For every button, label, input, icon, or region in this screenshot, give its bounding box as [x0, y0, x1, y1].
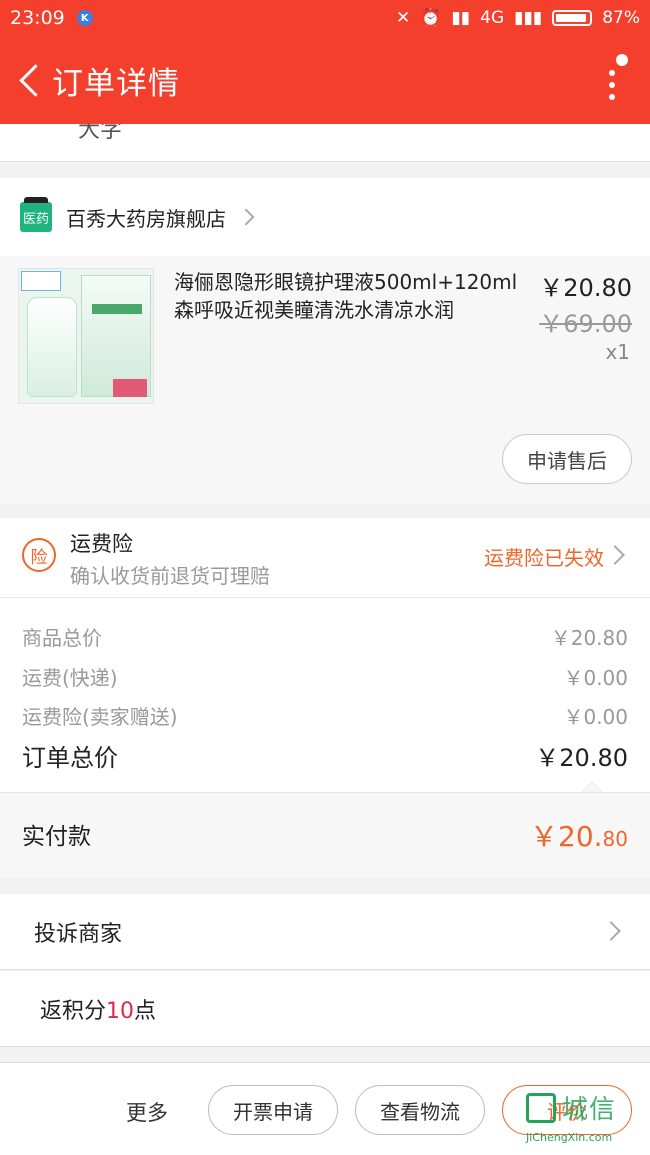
watermark-subtext: JiChengXin.com — [526, 1131, 613, 1144]
chevron-right-icon — [237, 208, 255, 226]
summary-label: 运费险(卖家赠送) — [22, 705, 178, 729]
complain-merchant-row[interactable]: 投诉商家 — [0, 894, 650, 970]
insurance-title: 运费险 — [70, 532, 133, 556]
chevron-right-icon — [601, 921, 621, 941]
thumbnail-bottle-image — [27, 297, 77, 397]
summary-value: ￥20.80 — [550, 626, 628, 650]
summary-row: 商品总价 ￥20.80 — [22, 622, 628, 651]
product-thumbnail[interactable] — [18, 268, 154, 404]
insurance-icon: 险 — [22, 538, 56, 572]
more-dot-icon — [609, 82, 615, 88]
signal-strength-icon: ▮▮▮ — [514, 8, 543, 28]
signal-icon: ▮▮ — [451, 8, 471, 28]
watermark-text: 城信 — [562, 1095, 617, 1125]
site-watermark: 城信 JiChengXin.com — [526, 1089, 644, 1147]
insurance-subtitle: 确认收货前退货可理赔 — [70, 564, 270, 588]
more-dot-icon — [609, 70, 615, 76]
shop-name: 百秀大药房旗舰店 — [66, 206, 226, 231]
points-value: 10 — [106, 998, 135, 1024]
invoice-request-button[interactable]: 开票申请 — [208, 1085, 338, 1135]
more-button[interactable]: 更多 — [126, 1097, 168, 1127]
summary-label: 运费(快递) — [22, 666, 118, 690]
network-type: 4G — [480, 8, 505, 28]
battery-percent: 87% — [602, 8, 640, 28]
battery-icon — [552, 10, 593, 26]
shipping-insurance-row[interactable]: 险 运费险 确认收货前退货可理赔 运费险已失效 — [0, 518, 650, 598]
actual-payment-amount: ￥20.80 — [530, 815, 628, 855]
summary-label: 商品总价 — [22, 626, 102, 650]
summary-row: 运费(快递) ￥0.00 — [22, 662, 628, 691]
product-original-price: ￥69.00 — [539, 310, 632, 338]
status-indicators: ✕ ⏰ ▮▮ 4G ▮▮▮ 87% — [396, 8, 640, 28]
product-item[interactable]: 海俪恩隐形眼镜护理液500ml+120ml森呼吸近视美瞳清洗水清凉水润 ￥20.… — [0, 256, 650, 504]
complain-merchant-label: 投诉商家 — [34, 921, 123, 947]
more-menu-button[interactable] — [598, 54, 628, 108]
remnant-text: 大字 — [78, 124, 123, 143]
points-reward-row: 返积分10点 — [0, 971, 650, 1047]
status-bar: 23:09 K ✕ ⏰ ▮▮ 4G ▮▮▮ 87% — [0, 0, 650, 36]
back-arrow-icon[interactable] — [8, 50, 52, 110]
watermark-logo-icon — [526, 1093, 556, 1123]
thumbnail-tag-icon — [21, 271, 61, 291]
points-reward-label: 返积分10点 — [40, 993, 156, 1025]
points-prefix: 返积分 — [40, 998, 107, 1024]
status-time: 23:09 — [10, 7, 65, 29]
previous-section-remnant: 大字 — [0, 124, 650, 162]
mute-icon: ✕ — [395, 8, 411, 28]
page-title: 订单详情 — [52, 65, 180, 102]
view-logistics-button[interactable]: 查看物流 — [355, 1085, 485, 1135]
actual-payment-row: 实付款 ￥20.80 — [0, 792, 650, 878]
after-sale-button[interactable]: 申请售后 — [502, 434, 632, 484]
order-total-row: 订单总价 ￥20.80 — [22, 738, 628, 773]
bottom-action-bar: 更多 开票申请 查看物流 评价 城信 JiChengXin.com — [0, 1062, 650, 1155]
thumbnail-brand-logo — [113, 379, 147, 397]
chevron-right-icon — [605, 545, 625, 565]
product-price: ￥20.80 — [539, 274, 632, 302]
app-notification-icon: K — [76, 10, 93, 26]
order-total-label: 订单总价 — [22, 744, 118, 772]
insurance-status: 运费险已失效 — [484, 546, 604, 570]
product-name[interactable]: 海俪恩隐形眼镜护理液500ml+120ml森呼吸近视美瞳清洗水清凉水润 — [174, 268, 526, 324]
amount-decimal: 80 — [602, 827, 628, 851]
shop-header[interactable]: 医药 百秀大药房旗舰店 — [0, 178, 650, 256]
amount-main: ￥20. — [530, 820, 603, 853]
summary-value: ￥0.00 — [563, 666, 628, 690]
summary-row: 运费险(卖家赠送) ￥0.00 — [22, 701, 628, 730]
summary-value: ￥0.00 — [563, 705, 628, 729]
notification-dot-icon — [616, 54, 628, 66]
product-quantity: x1 — [605, 340, 630, 364]
nav-bar: 订单详情 — [0, 36, 650, 124]
points-suffix: 点 — [134, 998, 157, 1024]
alarm-icon: ⏰ — [420, 8, 442, 28]
actual-payment-label: 实付款 — [22, 824, 91, 850]
order-total-value: ￥20.80 — [535, 744, 628, 772]
more-dot-icon — [609, 94, 615, 100]
pharmacy-shop-icon: 医药 — [20, 197, 52, 232]
price-summary: 商品总价 ￥20.80 运费(快递) ￥0.00 运费险(卖家赠送) ￥0.00… — [0, 598, 650, 793]
